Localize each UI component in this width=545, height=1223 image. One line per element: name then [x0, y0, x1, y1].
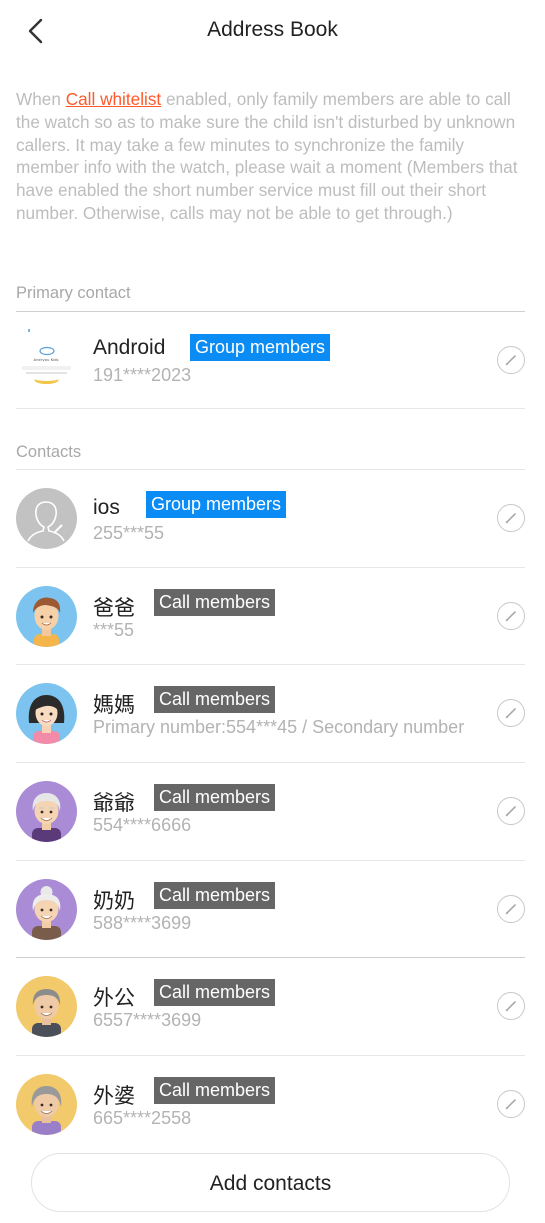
contact-phone: Primary number:554***45 / Secondary numb… [93, 717, 465, 737]
pencil-icon [505, 513, 516, 524]
header-bar: Address Book [0, 0, 545, 62]
contact-name: 外公 [93, 987, 135, 1010]
svg-text:Aneryou Kids: Aneryou Kids [33, 357, 58, 362]
contact-name: ios [93, 496, 120, 519]
contact-row[interactable]: 媽媽 Call members Primary number:554***45 … [0, 665, 545, 762]
call-whitelist-link[interactable]: Call whitelist [66, 89, 162, 109]
maternal-grandpa-avatar-icon [16, 976, 77, 1037]
contact-row[interactable]: 外公 Call members 6557****3699 [0, 958, 545, 1055]
notice-prefix: When [16, 89, 66, 109]
grandpa-avatar-icon [16, 781, 77, 842]
contact-phone: ***55 [93, 620, 135, 640]
pencil-icon [505, 904, 516, 915]
group-members-badge: Group members [146, 491, 287, 518]
edit-button[interactable] [497, 992, 525, 1020]
pencil-icon [505, 1001, 516, 1012]
contact-row[interactable]: 爺爺 Call members 554****6666 [0, 763, 545, 860]
contact-phone: 6557****3699 [93, 1010, 202, 1030]
divider [16, 408, 525, 409]
contact-row[interactable]: 奶奶 Call members 588****3699 [0, 861, 545, 958]
pencil-icon [505, 611, 516, 622]
page-title: Address Book [207, 18, 338, 41]
primary-contact-label: Primary contact [16, 284, 131, 302]
contact-row[interactable]: 爸爸 Call members ***55 [0, 568, 545, 665]
edit-button[interactable] [497, 797, 525, 825]
contact-name: 爸爸 [93, 597, 135, 620]
contact-phone: 588****3699 [93, 913, 192, 933]
maternal-grandma-avatar-icon [16, 1074, 77, 1135]
mom-avatar-icon [16, 683, 77, 744]
add-contacts-button[interactable]: Add contacts [31, 1153, 510, 1212]
contact-phone: 191****2023 [93, 365, 192, 385]
whitelist-notice: When Call whitelist enabled, only family… [16, 88, 531, 225]
contact-row[interactable]: 外婆 Call members 665****2558 [0, 1056, 545, 1153]
contact-name: 爺爺 [93, 792, 135, 815]
contact-phone: 554****6666 [93, 815, 192, 835]
call-members-badge: Call members [154, 686, 276, 713]
notice-body: enabled, only family members are able to… [16, 89, 518, 223]
contact-name: 奶奶 [93, 890, 135, 913]
group-members-badge: Group members [190, 334, 331, 361]
watch-device-icon: Aneryou Kids [16, 326, 77, 387]
contacts-label: Contacts [16, 443, 82, 461]
call-members-badge: Call members [154, 784, 276, 811]
call-members-badge: Call members [154, 1077, 276, 1104]
edit-button[interactable] [497, 699, 525, 727]
grandma-avatar-icon [16, 879, 77, 940]
primary-contact-row[interactable]: Aneryou Kids Android Group members 191**… [0, 312, 545, 409]
contact-name: 媽媽 [93, 694, 135, 717]
pencil-icon [505, 708, 516, 719]
edit-button[interactable] [497, 346, 525, 374]
dad-avatar-icon [16, 586, 77, 647]
contact-phone: 665****2558 [93, 1108, 192, 1128]
default-person-icon [16, 488, 77, 549]
call-members-badge: Call members [154, 882, 276, 909]
pencil-icon [505, 1099, 516, 1110]
contact-name: 外婆 [93, 1085, 135, 1108]
call-members-badge: Call members [154, 589, 276, 616]
pencil-icon [505, 355, 516, 366]
pencil-icon [505, 806, 516, 817]
contact-phone: 255***55 [93, 523, 165, 543]
edit-button[interactable] [497, 895, 525, 923]
call-members-badge: Call members [154, 979, 276, 1006]
contact-row[interactable]: ios Group members 255***55 [0, 470, 545, 567]
edit-button[interactable] [497, 504, 525, 532]
contact-name: Android [93, 336, 166, 359]
edit-button[interactable] [497, 602, 525, 630]
edit-button[interactable] [497, 1090, 525, 1118]
